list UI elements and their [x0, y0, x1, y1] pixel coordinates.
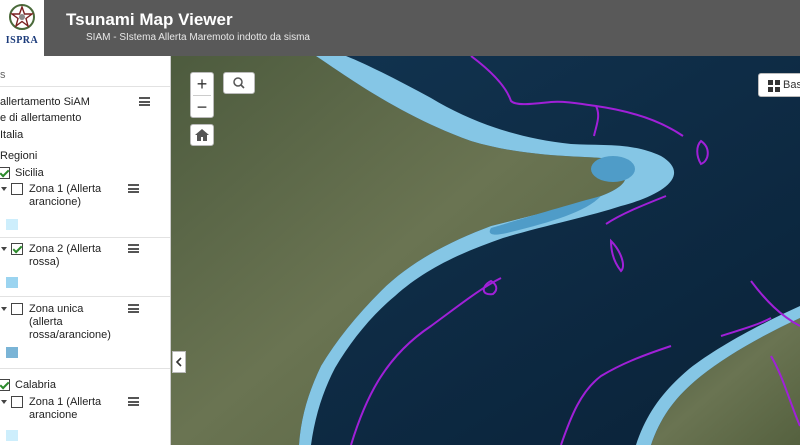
- italy-emblem-icon: [9, 4, 35, 30]
- divider: [0, 237, 170, 238]
- panel-title-fragment: s: [0, 69, 6, 81]
- basemap-label: Bas: [783, 79, 800, 91]
- map-view[interactable]: [171, 56, 800, 445]
- zona1-sicilia-checkbox[interactable]: [11, 183, 23, 195]
- home-button[interactable]: [190, 124, 214, 146]
- layer-list-panel: s allertamento SiAM e di allertamento It…: [0, 56, 171, 445]
- app-header: ISPRA Tsunami Map Viewer SIAM - SIstema …: [0, 0, 800, 56]
- layer-group-title: allertamento SiAM: [0, 96, 90, 108]
- zone-label-line: arancione: [29, 409, 78, 421]
- logo-text: ISPRA: [5, 35, 39, 46]
- alert-zone-dark: [591, 156, 635, 182]
- legend-swatch: [6, 430, 18, 441]
- italia-label: Italia: [0, 129, 24, 141]
- page-title: Tsunami Map Viewer: [66, 10, 233, 29]
- zone-label-line: Zona 2 (Allerta: [29, 243, 102, 255]
- zona1-calabria-checkbox[interactable]: [11, 396, 23, 408]
- region-name-calabria: Calabria: [15, 379, 56, 391]
- search-button[interactable]: [223, 72, 255, 94]
- legend-swatch: [6, 277, 18, 288]
- divider: [0, 368, 170, 369]
- zoom-in-button[interactable]: +: [191, 73, 213, 95]
- divider: [0, 296, 170, 297]
- ispra-logo: ISPRA: [0, 0, 44, 56]
- expand-caret-icon[interactable]: [1, 247, 7, 251]
- home-icon: [195, 129, 209, 141]
- zoom-out-button[interactable]: −: [191, 96, 213, 118]
- zone-options-menu-icon[interactable]: [128, 304, 139, 313]
- zone-label-line: rossa): [29, 256, 60, 268]
- zone-label-line: (allerta: [29, 316, 63, 328]
- map-canvas[interactable]: [171, 56, 800, 445]
- zona2-sicilia-checkbox[interactable]: [11, 243, 23, 255]
- page-subtitle: SIAM - SIstema Allerta Maremoto indotto …: [86, 32, 310, 43]
- chevron-left-icon: [175, 357, 182, 367]
- expand-caret-icon[interactable]: [1, 187, 7, 191]
- region-name-sicilia: Sicilia: [15, 167, 44, 179]
- expand-caret-icon[interactable]: [1, 307, 7, 311]
- layer-options-menu-icon[interactable]: [139, 97, 150, 106]
- regioni-label: Regioni: [0, 150, 38, 162]
- expand-caret-icon[interactable]: [1, 400, 7, 404]
- search-icon: [233, 77, 245, 89]
- zone-options-menu-icon[interactable]: [128, 244, 139, 253]
- sublayer-label: e di allertamento: [0, 112, 82, 124]
- collapse-panel-button[interactable]: [172, 351, 186, 373]
- sicilia-checkbox[interactable]: [0, 167, 10, 179]
- basemap-gallery-button[interactable]: Bas: [758, 73, 800, 97]
- zone-label-line: rossa/arancione): [29, 329, 111, 341]
- zona-unica-checkbox[interactable]: [11, 303, 23, 315]
- zone-options-menu-icon[interactable]: [128, 184, 139, 193]
- divider: [0, 86, 170, 87]
- zone-label-line: Zona 1 (Allerta: [29, 396, 102, 408]
- legend-swatch: [6, 219, 18, 230]
- grid-icon: [768, 80, 780, 92]
- zone-label-line: arancione): [29, 196, 81, 208]
- legend-swatch: [6, 347, 18, 358]
- calabria-checkbox[interactable]: [0, 379, 10, 391]
- zone-label-line: Zona unica: [29, 303, 84, 315]
- zone-label-line: Zona 1 (Allerta: [29, 183, 102, 195]
- zoom-controls: + −: [190, 72, 214, 118]
- zone-options-menu-icon[interactable]: [128, 397, 139, 406]
